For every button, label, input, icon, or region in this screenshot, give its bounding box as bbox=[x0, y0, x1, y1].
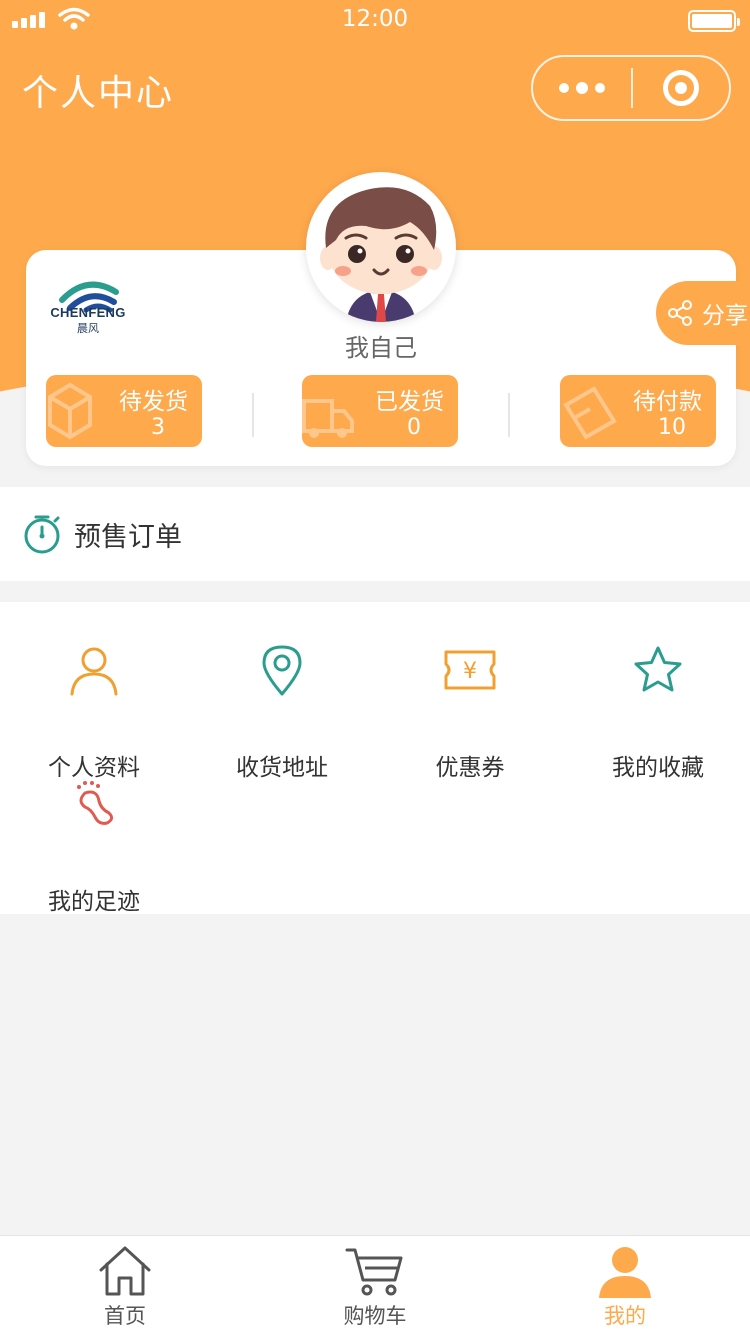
stat-divider bbox=[508, 393, 510, 437]
menu-item-footprint[interactable]: 我的足迹 bbox=[0, 774, 188, 916]
more-menu-button[interactable] bbox=[533, 57, 631, 119]
stopwatch-icon bbox=[24, 515, 60, 554]
menu-label: 我的足迹 bbox=[48, 889, 140, 915]
presale-label: 预售订单 bbox=[74, 521, 182, 553]
star-icon bbox=[634, 646, 682, 692]
tab-label: 我的 bbox=[604, 1304, 646, 1328]
share-label: 分享 bbox=[702, 303, 748, 329]
cart-icon bbox=[345, 1248, 403, 1296]
status-bar: 12:00 bbox=[0, 0, 750, 40]
stat-label: 待付款 bbox=[633, 389, 702, 415]
presale-orders-row[interactable]: 预售订单 bbox=[0, 487, 750, 581]
share-button[interactable]: 分享 bbox=[656, 281, 750, 345]
person-icon bbox=[599, 1247, 651, 1298]
status-time: 12:00 bbox=[341, 6, 409, 32]
tab-label: 购物车 bbox=[343, 1304, 407, 1328]
tab-bar: 首页 购物车 我的 bbox=[0, 1235, 750, 1334]
page-title: 个人中心 bbox=[22, 73, 175, 114]
svg-text:¥: ¥ bbox=[463, 659, 477, 684]
home-icon bbox=[99, 1246, 151, 1296]
share-icon bbox=[668, 300, 692, 326]
profile-name: 我自己 bbox=[345, 334, 417, 362]
mini-program-capsule bbox=[531, 55, 731, 121]
stat-divider bbox=[252, 393, 254, 437]
brand-name-cn: 晨风 bbox=[77, 322, 99, 335]
box-icon bbox=[48, 382, 92, 440]
tab-cart[interactable]: 购物车 bbox=[250, 1236, 500, 1334]
tab-home[interactable]: 首页 bbox=[0, 1236, 250, 1334]
battery-icon bbox=[688, 10, 740, 32]
menu-label: 收货地址 bbox=[236, 755, 328, 781]
footprint-icon bbox=[77, 781, 114, 825]
stat-shipped[interactable]: 已发货 0 bbox=[302, 375, 458, 447]
brand-name: CHENFENG bbox=[50, 305, 126, 320]
wallet-icon bbox=[563, 386, 617, 440]
stat-label: 已发货 bbox=[375, 389, 444, 415]
menu-item-profile[interactable]: 个人资料 bbox=[0, 640, 188, 782]
stat-count: 3 bbox=[151, 415, 165, 440]
menu-item-coupon[interactable]: ¥ 优惠券 bbox=[376, 640, 564, 782]
menu-label: 我的收藏 bbox=[612, 755, 704, 781]
stat-label: 待发货 bbox=[119, 389, 188, 415]
tab-mine[interactable]: 我的 bbox=[500, 1236, 750, 1334]
stat-pending-payment[interactable]: 待付款 10 bbox=[560, 375, 716, 447]
location-pin-icon bbox=[262, 645, 302, 696]
stat-count: 10 bbox=[658, 415, 686, 440]
close-mini-program-button[interactable] bbox=[633, 70, 729, 106]
more-dots-icon bbox=[559, 83, 569, 93]
menu-item-favorites[interactable]: 我的收藏 bbox=[564, 640, 750, 782]
user-icon bbox=[70, 647, 118, 696]
tab-label: 首页 bbox=[104, 1304, 146, 1328]
avatar[interactable] bbox=[306, 172, 456, 322]
menu-item-address[interactable]: 收货地址 bbox=[188, 640, 376, 782]
truck-icon bbox=[302, 399, 354, 438]
function-grid: 个人资料 收货地址 ¥ 优惠券 我的收藏 我的足迹 bbox=[0, 602, 750, 916]
stat-pending-shipment[interactable]: 待发货 3 bbox=[46, 375, 202, 447]
target-icon bbox=[663, 70, 699, 106]
stat-count: 0 bbox=[407, 415, 421, 440]
menu-label: 优惠券 bbox=[435, 755, 505, 781]
coupon-icon: ¥ bbox=[444, 650, 496, 690]
cartoon-avatar-icon bbox=[320, 187, 442, 322]
